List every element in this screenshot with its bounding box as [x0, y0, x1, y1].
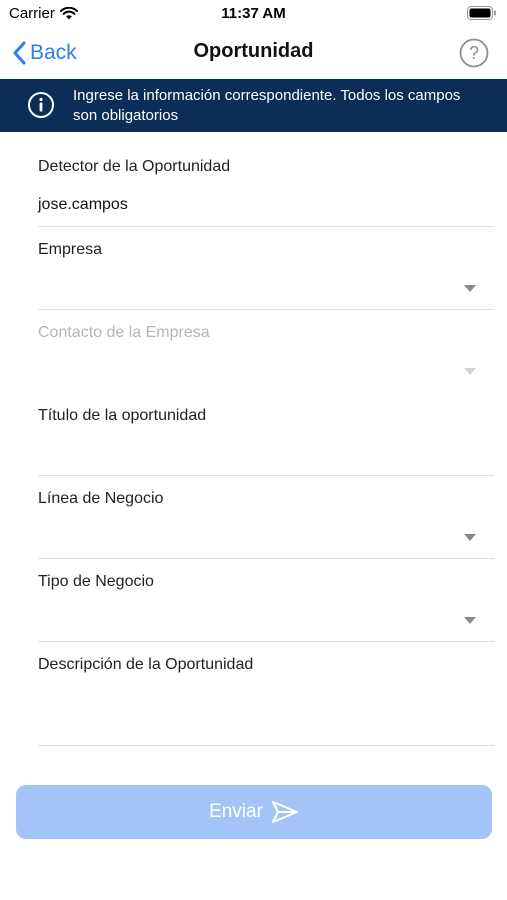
descripcion-field[interactable]: Descripción de la Oportunidad	[38, 648, 494, 748]
battery-icon	[467, 6, 496, 20]
divider	[38, 475, 494, 476]
navigation-bar: Back Oportunidad ?	[0, 30, 507, 78]
linea-select[interactable]: Línea de Negocio	[38, 482, 494, 560]
status-bar: Carrier 11:37 AM	[0, 0, 507, 30]
submit-button[interactable]: Enviar	[16, 785, 492, 839]
submit-label: Enviar	[209, 801, 263, 822]
send-icon	[271, 801, 298, 823]
page-title: Oportunidad	[193, 40, 314, 62]
divider	[38, 309, 494, 310]
detector-value: jose.campos	[38, 196, 128, 213]
info-banner-text: Ingrese la información correspondiente. …	[73, 87, 461, 124]
divider	[38, 641, 494, 642]
titulo-label: Título de la oportunidad	[38, 407, 207, 424]
titulo-field[interactable]: Título de la oportunidad	[38, 399, 494, 477]
chevron-down-icon	[464, 617, 476, 624]
chevron-down-icon	[464, 285, 476, 292]
chevron-down-icon	[464, 368, 476, 375]
tipo-select[interactable]: Tipo de Negocio	[38, 565, 494, 643]
contacto-label: Contacto de la Empresa	[38, 324, 210, 341]
help-icon: ?	[459, 38, 489, 68]
empresa-select[interactable]: Empresa	[38, 233, 494, 311]
info-banner: Ingrese la información correspondiente. …	[0, 79, 507, 132]
status-time: 11:37 AM	[221, 5, 286, 22]
tipo-label: Tipo de Negocio	[38, 573, 154, 590]
chevron-down-icon	[464, 534, 476, 541]
divider	[38, 745, 494, 746]
help-button[interactable]: ?	[459, 38, 489, 68]
divider	[38, 226, 494, 227]
svg-text:?: ?	[469, 43, 479, 63]
info-icon	[28, 92, 54, 118]
empresa-label: Empresa	[38, 241, 103, 258]
detector-label: Detector de la Oportunidad	[38, 158, 231, 175]
detector-field: Detector de la Oportunidad jose.campos	[38, 150, 494, 228]
linea-label: Línea de Negocio	[38, 490, 164, 507]
descripcion-label: Descripción de la Oportunidad	[38, 656, 254, 673]
divider	[38, 558, 494, 559]
contacto-select[interactable]: Contacto de la Empresa	[38, 316, 494, 394]
